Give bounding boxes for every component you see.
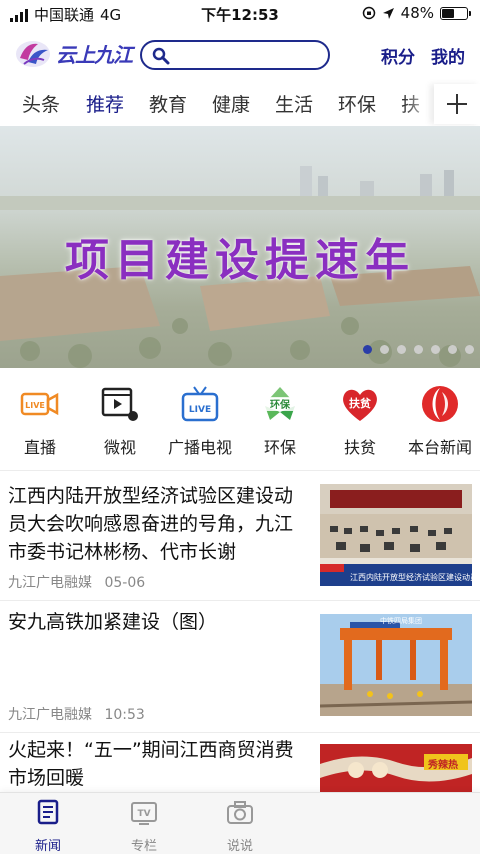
category-station-news[interactable]: 本台新闻 <box>400 384 480 458</box>
status-bar: 中国联通 4G 下午12:53 48% <box>0 0 480 28</box>
news-date: 05-06 <box>104 575 146 591</box>
carousel-dot[interactable] <box>380 345 389 354</box>
svg-text:环保: 环保 <box>270 398 291 411</box>
channel-tabs: 头条 推荐 教育 健康 生活 环保 扶 <box>0 84 480 124</box>
search-box[interactable] <box>140 40 330 70</box>
location-icon <box>382 7 394 19</box>
tab-life[interactable]: 生活 <box>275 90 313 117</box>
svg-text:LIVE: LIVE <box>189 405 211 415</box>
app-logo[interactable]: 云上九江 <box>14 36 133 70</box>
tv-icon: TV <box>131 802 157 825</box>
category-label: 本台新闻 <box>407 438 472 457</box>
news-title: 江西内陆开放型经济试验区建设动员大会吹响感恩奋进的号角，九江市委书记林彬杨、代市… <box>8 485 294 563</box>
search-input[interactable] <box>176 45 321 65</box>
nav-label: 新闻 <box>34 839 61 854</box>
nav-label: 专栏 <box>130 839 157 854</box>
points-link[interactable]: 积分 <box>381 43 415 68</box>
news-item[interactable]: 江西内陆开放型经济试验区建设动员大会吹响感恩奋进的号角，九江市委书记林彬杨、代市… <box>0 478 480 596</box>
thumbnail-caption: 中铁四局集团 <box>380 617 422 625</box>
add-channel-icon[interactable] <box>434 84 480 124</box>
battery-percent: 48% <box>400 4 434 22</box>
recycle-icon: 环保 <box>260 384 300 424</box>
news-meta: 九江广电融媒 10:53 <box>8 704 145 724</box>
news-meta: 九江广电融媒 05-06 <box>8 572 145 592</box>
carousel-dot[interactable] <box>431 345 440 354</box>
mine-link[interactable]: 我的 <box>431 43 465 68</box>
news-title: 安九高铁加紧建设（图） <box>8 611 218 633</box>
carousel-dot[interactable] <box>397 345 406 354</box>
thumbnail-caption: 秀辣热 <box>428 760 458 771</box>
live-camera-icon: LIVE <box>20 384 60 424</box>
news-source: 九江广电融媒 <box>8 575 92 591</box>
category-label: 扶贫 <box>343 438 376 457</box>
category-grid: LIVE 直播 微视 LIVE 广播电视 环保 环保 扶贫 扶贫 本台新闻 <box>0 384 480 464</box>
category-label: 广播电视 <box>167 438 232 457</box>
tab-recommend[interactable]: 推荐 <box>86 90 124 117</box>
news-thumbnail: 中铁四局集团 <box>320 614 472 716</box>
category-label: 环保 <box>263 438 296 457</box>
carousel-dot[interactable] <box>448 345 457 354</box>
tab-education[interactable]: 教育 <box>149 90 187 117</box>
category-microvideo[interactable]: 微视 <box>80 384 160 458</box>
svg-text:TV: TV <box>137 809 150 819</box>
thumbnail-caption: 江西内陆开放型经济试验区建设动员大会召开 <box>350 573 472 582</box>
category-radio-tv[interactable]: LIVE 广播电视 <box>160 384 240 458</box>
station-news-icon <box>420 384 460 424</box>
search-icon <box>152 47 170 65</box>
tab-health[interactable]: 健康 <box>212 90 250 117</box>
camera-icon <box>227 801 253 824</box>
news-date: 10:53 <box>104 707 145 723</box>
category-label: 直播 <box>23 438 56 457</box>
category-label: 微视 <box>103 438 136 457</box>
rotation-lock-icon <box>362 6 375 20</box>
svg-text:LIVE: LIVE <box>25 401 45 410</box>
carousel-dots <box>363 345 474 354</box>
news-thumbnail: 江西内陆开放型经济试验区建设动员大会召开 <box>320 484 472 586</box>
news-doc-icon <box>37 799 59 825</box>
live-tv-icon: LIVE <box>180 384 220 424</box>
nav-talk[interactable]: 说说 <box>200 799 280 854</box>
svg-text:扶贫: 扶贫 <box>349 396 372 410</box>
nav-news[interactable]: 新闻 <box>8 799 88 854</box>
carousel-dot[interactable] <box>414 345 423 354</box>
battery-icon <box>440 6 471 20</box>
carousel-dot[interactable] <box>465 345 474 354</box>
nav-column[interactable]: TV 专栏 <box>104 799 184 854</box>
poverty-heart-icon: 扶贫 <box>340 384 380 424</box>
tab-environment[interactable]: 环保 <box>338 90 376 117</box>
news-item[interactable]: 安九高铁加紧建设（图） 九江广电融媒 10:53 中铁四局集团 <box>0 604 480 728</box>
category-poverty[interactable]: 扶贫 扶贫 <box>320 384 400 458</box>
news-source: 九江广电融媒 <box>8 707 92 723</box>
category-environment[interactable]: 环保 环保 <box>240 384 320 458</box>
video-clip-icon <box>100 384 140 424</box>
news-title: 火起来！“五一”期间江西商贸消费市场回暖 <box>8 739 294 789</box>
carousel-dot[interactable] <box>363 345 372 354</box>
logo-text: 云上九江 <box>56 42 133 67</box>
banner-title: 项目建设提速年 <box>65 235 415 286</box>
tab-headlines[interactable]: 头条 <box>22 90 60 117</box>
nav-label: 说说 <box>226 839 253 854</box>
cloud-logo-icon <box>16 41 50 67</box>
bottom-navigation: 新闻 TV 专栏 说说 <box>0 792 480 854</box>
banner-carousel[interactable]: 项目建设提速年 <box>0 126 480 368</box>
news-item[interactable]: 火起来！“五一”期间江西商贸消费市场回暖 秀辣热 <box>0 736 480 800</box>
category-live[interactable]: LIVE 直播 <box>0 384 80 458</box>
app-header: 云上九江 积分 我的 <box>0 32 480 76</box>
